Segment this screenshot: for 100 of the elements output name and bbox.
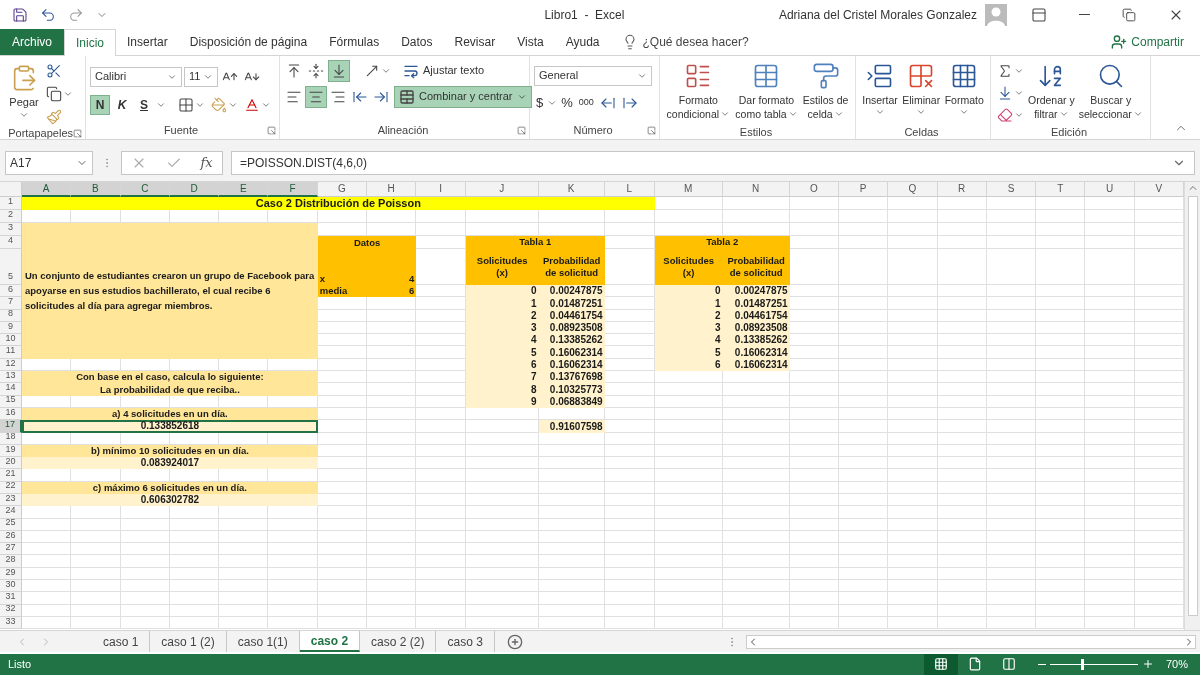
redo-icon[interactable] [68,6,84,23]
dialog-launcher-icon[interactable] [267,126,276,136]
font-size-dropdown[interactable]: 11 [184,66,218,87]
view-button[interactable] [923,654,958,675]
row-header[interactable]: 14 [0,383,22,396]
scrollbar-thumb[interactable] [1187,195,1198,616]
dialog-launcher-icon[interactable] [517,126,526,136]
dialog-launcher-icon[interactable] [73,128,82,138]
cells-button[interactable]: Insertar [860,59,900,126]
column-header[interactable]: O [789,181,839,197]
ribbon-tab[interactable]: Archivo [0,28,64,55]
sheet-tab[interactable]: caso 1(1) [226,631,300,652]
column-header[interactable]: S [986,181,1037,197]
ribbon-tab[interactable]: Insertar [116,28,179,55]
column-header[interactable]: A [22,181,72,197]
horizontal-align-button[interactable] [305,85,327,108]
horizontal-scrollbar[interactable] [746,634,1196,649]
font-style-button[interactable]: S [134,94,154,115]
column-header[interactable]: H [367,181,417,197]
percent-button[interactable]: % [559,92,575,113]
column-header[interactable]: E [219,181,269,197]
row-header[interactable]: 27 [0,543,22,556]
cells-button[interactable]: Eliminar [900,59,943,126]
font-style-button[interactable]: N [90,94,110,115]
zoom-slider-thumb[interactable] [1080,659,1084,670]
ribbon-tab[interactable]: Ayuda [554,28,611,55]
sheet-tab[interactable]: caso 2 (2) [360,631,437,652]
row-header[interactable]: 5 [0,248,22,285]
dialog-launcher-icon[interactable] [647,126,656,136]
ribbon-tab[interactable]: Datos [390,28,444,55]
minimize-icon[interactable] [1079,14,1090,16]
number-format-dropdown[interactable]: General [534,65,652,86]
row-header[interactable]: 20 [0,457,22,470]
sheet-tab[interactable]: caso 2 [299,631,361,652]
row-header[interactable]: 24 [0,506,22,519]
font-style-button[interactable]: K [112,94,132,115]
align-middle-icon [308,62,324,79]
tell-me-field[interactable]: ¿Qué desea hacer? [642,32,749,51]
column-header[interactable]: M [654,181,723,197]
ribbon-tab[interactable]: Disposición de página [178,28,319,55]
row-header[interactable]: 11 [0,346,22,359]
row-header[interactable]: 17 [0,420,22,433]
row-header[interactable]: 13 [0,371,22,384]
paste-button[interactable]: Pegar [4,59,44,128]
vertical-align-button[interactable] [328,59,350,82]
styles-button[interactable]: Estilos de celda [800,59,851,126]
column-header[interactable]: Q [888,181,938,197]
editing-button[interactable]: Ordenar y filtrar [1026,59,1077,126]
share-button[interactable]: Compartir [1111,28,1200,55]
column-header[interactable]: B [71,181,121,197]
column-header[interactable]: F [268,181,318,197]
row-header[interactable]: 7 [0,297,22,310]
row-header[interactable]: 31 [0,592,22,605]
column-header[interactable]: R [937,181,987,197]
row-header[interactable]: 30 [0,580,22,593]
column-header[interactable]: K [538,181,605,197]
sheet-tab[interactable]: caso 3 [436,631,495,652]
wrap-text-button[interactable]: Ajustar texto [399,59,489,82]
restore-icon[interactable] [1122,7,1136,22]
currency-button[interactable]: $ [534,92,546,113]
column-header[interactable]: G [317,181,368,197]
column-header[interactable]: I [416,181,466,197]
formula-field[interactable]: =POISSON.DIST(4,6,0) [231,151,1195,176]
column-header[interactable]: T [1036,181,1086,197]
ribbon-tab[interactable]: Inicio [64,28,117,56]
row-header[interactable]: 28 [0,555,22,568]
undo-icon[interactable] [40,6,56,23]
sheet-tab[interactable]: caso 1 (2) [150,631,227,652]
column-header[interactable]: V [1134,181,1184,197]
table-cell: 0.01487251 [538,297,605,310]
ribbon-tab[interactable]: Fórmulas [318,28,391,55]
name-box[interactable]: A17 [5,151,93,176]
save-icon[interactable] [12,6,28,23]
column-header[interactable]: L [604,181,655,197]
columns-icon [1001,657,1016,672]
group-label: Edición [1050,126,1088,138]
column-header[interactable]: D [169,181,220,197]
zoom-percent[interactable]: 70% [1153,656,1200,673]
styles-button[interactable]: Formato condicional [664,59,733,126]
styles-button[interactable]: Dar formato como tabla [733,59,800,126]
cells-button[interactable]: Formato [942,59,986,126]
column-header[interactable]: U [1085,181,1135,197]
column-header[interactable]: N [722,181,790,197]
sheet-tab[interactable]: caso 1 [92,631,151,652]
ribbon-tab[interactable]: Revisar [443,28,507,55]
column-header[interactable]: P [838,181,889,197]
insert-function-button[interactable]: fx [200,153,213,173]
column-heading: Probabilidad de solicitud [722,248,790,285]
merge-center-button[interactable]: Combinar y centrar [394,85,532,108]
font-name-dropdown[interactable]: Calibri [90,66,182,87]
zoom-in-icon[interactable] [1141,658,1154,671]
column-header[interactable]: C [120,181,170,197]
editing-button[interactable]: Buscar y seleccionar [1076,59,1145,126]
row-header[interactable]: 21 [0,469,22,482]
thousands-button[interactable]: 000 [576,95,596,110]
row-header[interactable]: 10 [0,334,22,347]
ribbon-tab[interactable]: Vista [506,28,555,55]
ribbon-options-icon[interactable] [1031,6,1047,23]
add-sheet-icon[interactable] [506,633,523,650]
column-header[interactable]: J [465,181,539,197]
